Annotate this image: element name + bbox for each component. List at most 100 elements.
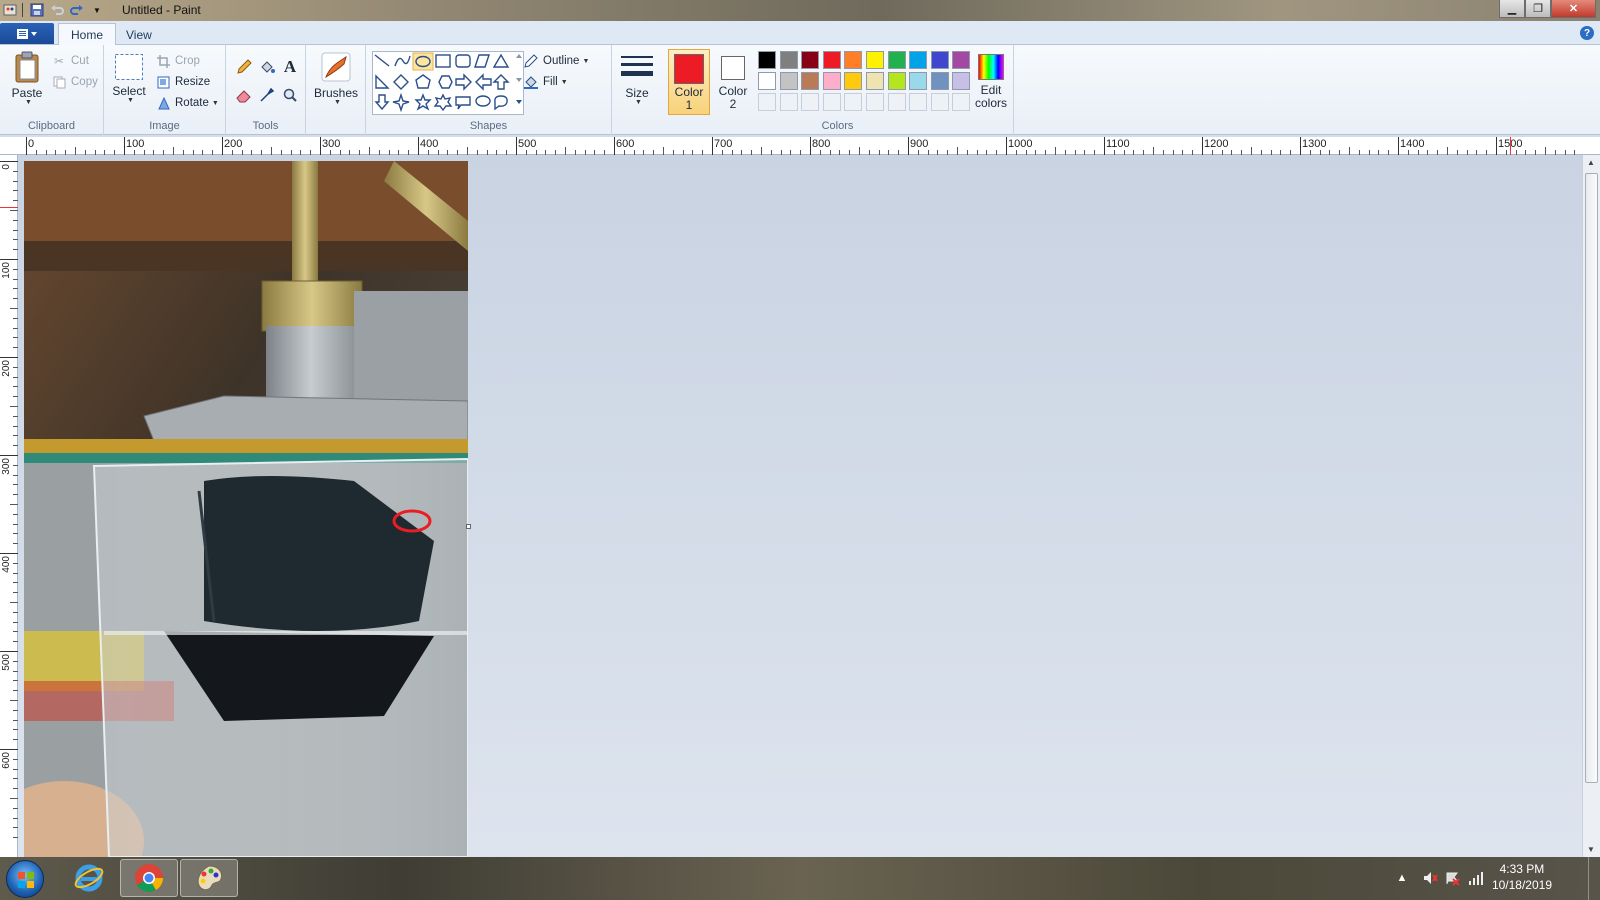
qat-divider (22, 3, 23, 17)
system-clock[interactable]: 4:33 PM 10/18/2019 (1492, 861, 1552, 893)
pencil-icon[interactable] (234, 57, 254, 77)
text-tool-icon[interactable]: A (280, 57, 300, 77)
palette-swatch[interactable] (909, 51, 928, 69)
internet-explorer-button[interactable] (60, 859, 118, 897)
brushes-button[interactable]: Brushes ▼ (312, 51, 360, 106)
palette-swatch[interactable] (844, 51, 863, 69)
palette-swatch[interactable] (779, 72, 798, 90)
custom-color-slot[interactable] (887, 93, 906, 111)
action-center-icon[interactable] (1444, 870, 1460, 886)
custom-color-slot[interactable] (866, 93, 884, 111)
palette-swatch[interactable] (866, 51, 884, 69)
custom-color-slot[interactable] (844, 93, 863, 111)
show-desktop-button[interactable] (1588, 857, 1600, 900)
select-dropdown-icon: ▼ (127, 97, 134, 104)
cut-button[interactable]: ✂ Cut (52, 52, 89, 70)
show-hidden-icons[interactable]: ▲ (1394, 870, 1410, 886)
fill-button[interactable]: Fill ▼ (524, 73, 568, 91)
palette-swatch[interactable] (844, 72, 863, 90)
ruler-major-tick (0, 357, 18, 358)
copy-icon (52, 75, 66, 89)
network-signal-icon[interactable] (1468, 870, 1484, 886)
scroll-down-icon[interactable]: ▼ (1587, 845, 1595, 854)
shapes-group: Outline ▼ Fill ▼ Shapes (366, 45, 612, 135)
palette-swatch[interactable] (779, 51, 798, 69)
color1-label-line2: 1 (685, 98, 693, 112)
ruler-label: 400 (1, 556, 12, 573)
palette-swatch[interactable] (887, 72, 906, 90)
palette-swatch[interactable] (822, 72, 841, 90)
ruler-major-tick (124, 137, 125, 155)
color2-button[interactable]: Color 2 (712, 49, 754, 115)
ruler-label: 600 (616, 138, 635, 150)
paint-app-icon[interactable] (2, 2, 18, 18)
palette-swatch[interactable] (930, 51, 949, 69)
custom-color-slot[interactable] (822, 93, 841, 111)
close-button[interactable]: ✕ (1551, 0, 1596, 18)
palette-swatch[interactable] (801, 72, 820, 90)
canvas-workspace[interactable] (18, 155, 1582, 857)
save-icon[interactable] (29, 2, 45, 18)
palette-swatch[interactable] (758, 72, 776, 90)
custom-color-slot[interactable] (909, 93, 928, 111)
magnifier-icon[interactable] (280, 85, 300, 105)
taskbar: ▲ 4:33 PM 10/18/2019 (0, 857, 1600, 900)
custom-color-slot[interactable] (801, 93, 820, 111)
palette-swatch[interactable] (822, 51, 841, 69)
undo-icon[interactable] (49, 2, 65, 18)
restore-button[interactable]: ❐ (1525, 0, 1551, 18)
paint-taskbar-button[interactable] (180, 859, 238, 897)
palette-swatch[interactable] (801, 51, 820, 69)
ruler-label: 1400 (1400, 138, 1425, 150)
start-button[interactable] (6, 860, 44, 898)
paste-button[interactable]: Paste ▼ (10, 51, 44, 106)
resize-button[interactable]: Resize (156, 73, 210, 91)
volume-muted-icon[interactable] (1422, 870, 1438, 886)
palette-swatch[interactable] (758, 51, 776, 69)
ruler-minor-tick (1545, 147, 1546, 155)
clipboard-group: Paste ▼ ✂ Cut Copy Clipboard (0, 45, 104, 135)
minimize-button[interactable]: ▁ (1499, 0, 1525, 18)
brushes-group: Brushes ▼ (306, 45, 366, 135)
edit-colors-button[interactable]: Edit colors (972, 49, 1010, 115)
paste-dropdown-icon: ▼ (25, 99, 32, 106)
help-icon[interactable]: ? (1580, 26, 1594, 40)
scrollbar-thumb[interactable] (1585, 173, 1598, 783)
eraser-icon[interactable] (234, 85, 254, 105)
palette-swatch[interactable] (952, 72, 971, 90)
canvas-resize-handle[interactable] (466, 524, 471, 529)
resize-icon (156, 75, 170, 89)
chrome-button[interactable] (120, 859, 178, 897)
palette-swatch[interactable] (887, 51, 906, 69)
custom-color-slot[interactable] (779, 93, 798, 111)
ruler-minor-tick (1153, 147, 1154, 155)
outline-button[interactable]: Outline ▼ (524, 52, 589, 70)
palette-swatch[interactable] (866, 72, 884, 90)
tab-home[interactable]: Home (58, 23, 117, 46)
palette-swatch[interactable] (952, 51, 971, 69)
palette-swatch[interactable] (930, 72, 949, 90)
color-picker-icon[interactable] (257, 85, 277, 105)
redo-icon[interactable] (69, 2, 85, 18)
customize-qat-icon[interactable]: ▼ (89, 2, 105, 18)
crop-button[interactable]: Crop (156, 52, 200, 70)
custom-color-slot[interactable] (758, 93, 776, 111)
copy-button[interactable]: Copy (52, 73, 98, 91)
palette-swatch[interactable] (909, 72, 928, 90)
quick-access-toolbar: ▼ (2, 2, 109, 18)
file-menu-button[interactable] (0, 23, 54, 44)
ruler-minor-tick (10, 700, 18, 701)
vertical-scrollbar[interactable]: ▲ ▼ (1582, 155, 1600, 857)
tab-view[interactable]: View (114, 23, 164, 46)
fill-bucket-icon[interactable] (257, 57, 277, 77)
rotate-button[interactable]: Rotate ▼ (156, 94, 219, 112)
outline-dropdown-icon: ▼ (582, 57, 590, 65)
drawing-canvas[interactable] (24, 161, 468, 857)
ruler-label: 100 (1, 262, 12, 279)
custom-color-slot[interactable] (930, 93, 949, 111)
select-button[interactable]: Select ▼ (112, 53, 146, 104)
custom-color-slot[interactable] (952, 93, 971, 111)
size-button[interactable]: Size ▼ (618, 51, 656, 106)
color1-button[interactable]: Color 1 (668, 49, 710, 115)
scroll-up-icon[interactable]: ▲ (1587, 158, 1595, 167)
